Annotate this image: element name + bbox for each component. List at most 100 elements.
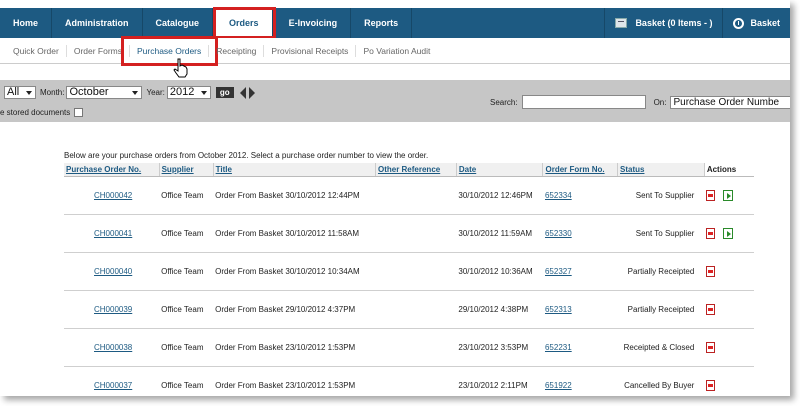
po-link[interactable]: CH000037 [94,381,132,390]
type-select[interactable]: All [4,86,36,99]
tab-catalogue[interactable]: Catalogue [143,8,214,38]
cell-date: 23/10/2012 2:11PM [456,366,543,396]
cell-order-form: 652334 [542,176,618,215]
hand-cursor-icon [173,58,188,78]
cell-po: CH000037 [64,366,160,396]
cell-actions [704,176,754,215]
date-filter-row: All Month: October Year: 2012 go [4,86,255,99]
table-row: CH000037 Office Team Order From Basket 23/… [64,366,754,396]
pdf-icon[interactable] [706,266,716,277]
cell-status: Partially Receipted [617,290,705,329]
tab-home[interactable]: Home [0,8,53,38]
basket-link-secondary[interactable]: Basket [722,8,790,38]
cell-other-reference [375,366,457,396]
cell-order-form: 651922 [542,366,618,396]
intro-text: Below are your purchase orders from Octo… [64,151,429,160]
search-field-select[interactable]: Purchase Order Numbe [670,95,790,109]
search-input[interactable] [521,95,646,109]
arrow-right-icon[interactable] [248,86,255,99]
basket-label: Basket (0 Items - ) [635,18,713,28]
cell-order-form: 652327 [542,252,618,291]
table-body: CH000042 Office Team Order From Basket 30/… [64,176,754,396]
basket-link[interactable]: Basket (0 Items - ) [604,8,722,38]
pdf-icon[interactable] [706,304,716,315]
order-form-link[interactable]: 652231 [545,343,572,352]
stored-documents-checkbox[interactable] [74,108,84,117]
col-supplier[interactable]: Supplier [158,163,214,177]
cell-supplier: Office Team [159,214,214,253]
sub-nav: Quick Order Order Forms Purchase Orders … [0,35,790,66]
cell-po: CH000041 [64,214,160,253]
order-form-link[interactable]: 652327 [545,267,572,276]
cell-po: CH000039 [64,290,160,329]
col-other-reference[interactable]: Other Reference [374,163,457,177]
col-order-form-no[interactable]: Order Form No. [542,163,618,177]
table-row: CH000042 Office Team Order From Basket 30/… [64,176,754,215]
subnav-order-forms[interactable]: Order Forms [67,44,130,57]
cell-other-reference [375,214,457,253]
arrow-left-icon[interactable] [239,86,246,99]
table-header-row: Purchase Order No. Supplier Title Other … [64,163,754,177]
cell-actions [704,214,754,253]
table-row: CH000038 Office Team Order From Basket 23/… [64,328,754,367]
cell-status: Cancelled By Buyer [617,366,705,396]
order-form-link[interactable]: 652334 [545,191,572,200]
stored-documents-label: e stored documents [0,108,71,117]
cell-po: CH000040 [64,252,160,291]
po-link[interactable]: CH000040 [94,267,132,276]
cell-title: Order From Basket 30/10/2012 11:58AM [213,214,376,253]
order-form-link[interactable]: 652330 [545,229,572,238]
po-link[interactable]: CH000041 [94,229,132,238]
cell-date: 23/10/2012 3:53PM [456,328,543,367]
col-date[interactable]: Date [455,163,543,177]
pdf-icon[interactable] [706,190,716,201]
month-label: Month: [40,88,65,97]
month-select[interactable]: October [66,86,143,99]
table-row: CH000039 Office Team Order From Basket 29/… [64,290,754,329]
cell-title: Order From Basket 29/10/2012 4:37PM [213,290,376,329]
pdf-icon[interactable] [706,342,716,353]
po-link[interactable]: CH000039 [94,305,132,314]
tab-e-invoicing[interactable]: E-Invoicing [276,8,352,38]
cell-other-reference [375,176,457,215]
pdf-icon[interactable] [706,380,716,391]
pdf-icon[interactable] [706,228,716,239]
tab-orders[interactable]: Orders [213,7,276,39]
year-select[interactable]: 2012 [166,86,211,99]
cell-supplier: Office Team [159,328,214,367]
cell-supplier: Office Team [159,176,214,215]
order-form-link[interactable]: 651922 [545,381,572,390]
subnav-provisional-receipts[interactable]: Provisional Receipts [264,44,357,57]
cell-po: CH000042 [64,176,160,215]
filter-bar: All Month: October Year: 2012 go e store… [0,80,790,122]
cell-title: Order From Basket 30/10/2012 10:34AM [213,252,376,291]
search-label: Search: [490,97,518,107]
cell-supplier: Office Team [159,366,214,396]
po-link[interactable]: CH000042 [94,191,132,200]
send-icon[interactable] [723,228,734,239]
po-link[interactable]: CH000038 [94,343,132,352]
cell-title: Order From Basket 23/10/2012 1:53PM [213,328,376,367]
send-icon[interactable] [723,190,734,201]
col-purchase-order-no[interactable]: Purchase Order No. [64,163,160,177]
chevron-down-icon [132,91,139,95]
col-status[interactable]: Status [617,163,705,177]
on-label: On: [653,97,667,107]
order-form-link[interactable]: 652313 [545,305,572,314]
cell-other-reference [375,252,457,291]
subnav-receipting[interactable]: Receipting [209,44,265,57]
col-title[interactable]: Title [212,163,376,177]
subnav-quick-order[interactable]: Quick Order [6,44,67,57]
tab-administration[interactable]: Administration [52,8,143,38]
tab-reports[interactable]: Reports [351,8,413,38]
subnav-po-variation-audit[interactable]: Po Variation Audit [356,45,437,57]
cell-status: Partially Receipted [617,252,705,291]
cell-actions [704,366,754,396]
month-select-value: October [69,86,109,98]
chevron-down-icon [26,91,32,95]
type-select-value: All [7,86,20,98]
chevron-down-icon [200,91,207,95]
subnav-purchase-orders[interactable]: Purchase Orders [120,35,219,66]
go-button[interactable]: go [215,87,234,98]
cell-title: Order From Basket 30/10/2012 12:44PM [213,176,376,215]
